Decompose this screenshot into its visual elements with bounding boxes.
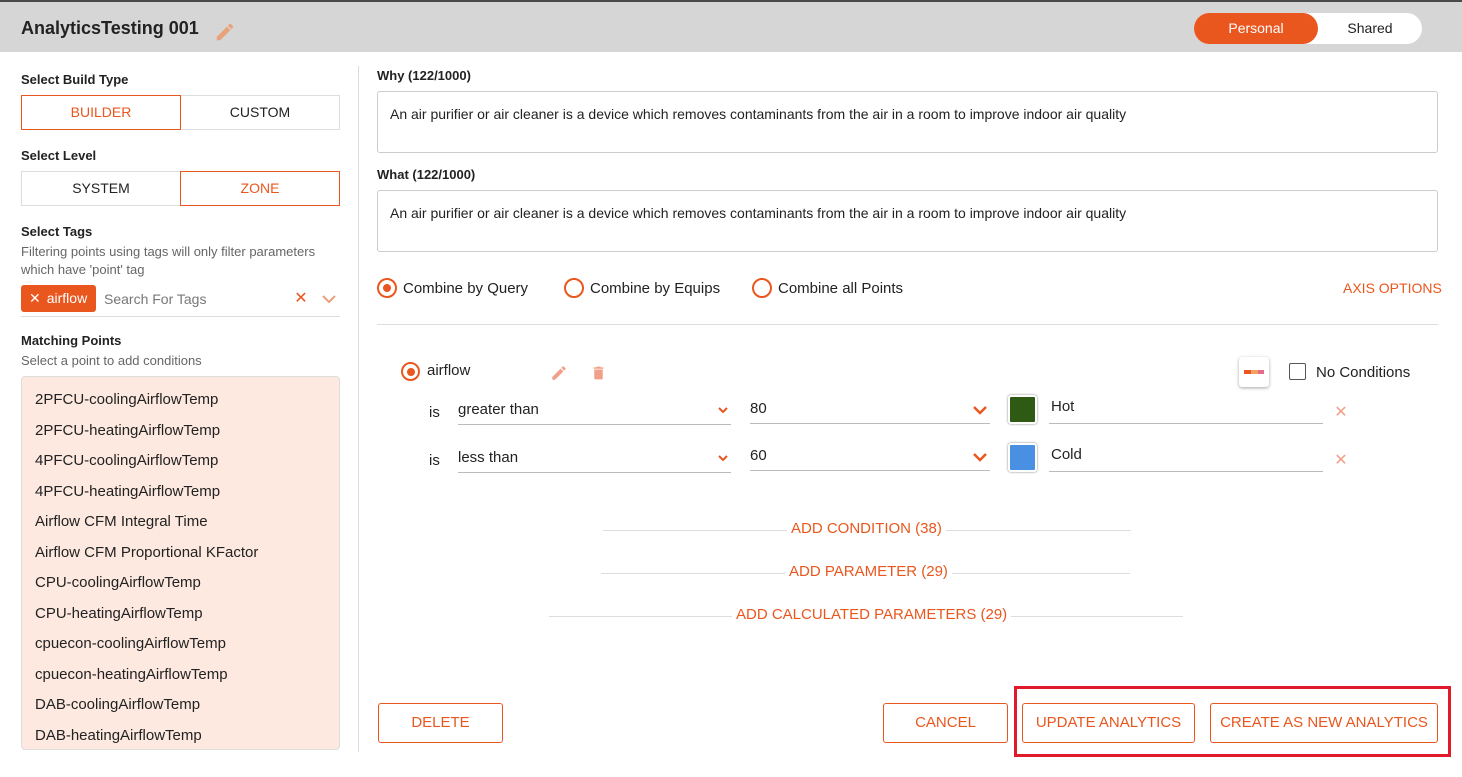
build-type-builder[interactable]: BUILDER — [21, 95, 181, 130]
why-label: Why (122/1000) — [377, 68, 471, 83]
parameter-radio[interactable] — [401, 362, 420, 381]
level-system[interactable]: SYSTEM — [21, 171, 181, 206]
condition-color-swatch[interactable] — [1008, 395, 1037, 424]
no-conditions-checkbox[interactable] — [1289, 363, 1306, 380]
operator-value: less than — [458, 449, 519, 466]
clear-tags-icon[interactable]: ✕ — [293, 290, 309, 308]
section-divider — [377, 324, 1438, 325]
list-item[interactable]: 4PFCU-heatingAirflowTemp — [35, 483, 220, 500]
list-item[interactable]: 2PFCU-coolingAirflowTemp — [35, 391, 218, 408]
chevron-down-icon — [973, 453, 987, 462]
chevron-down-icon — [718, 407, 728, 414]
condition-is-label: is — [429, 452, 440, 469]
chevron-down-icon[interactable] — [321, 292, 337, 306]
combine-by-equips-label[interactable]: Combine by Equips — [590, 280, 720, 297]
parameter-name: airflow — [427, 362, 471, 379]
list-item[interactable]: Airflow CFM Proportional KFactor — [35, 544, 258, 561]
condition-label-input[interactable]: Cold — [1049, 446, 1323, 472]
tag-chip-label: airflow — [46, 290, 88, 306]
chip-remove-icon[interactable]: ✕ — [29, 290, 41, 306]
trash-icon[interactable] — [590, 364, 607, 382]
list-item[interactable]: Airflow CFM Integral Time — [35, 513, 208, 530]
pencil-edit-icon[interactable] — [214, 21, 236, 43]
axis-options-link[interactable]: AXIS OPTIONS — [1343, 280, 1442, 296]
toggle-shared[interactable]: Shared — [1318, 13, 1422, 44]
palette-bar-icon — [1244, 370, 1264, 374]
highlight-frame — [1014, 686, 1451, 757]
cancel-button[interactable]: CANCEL — [883, 703, 1008, 743]
remove-condition-icon[interactable]: ✕ — [1334, 453, 1348, 469]
tag-search-input[interactable] — [104, 285, 290, 313]
list-item[interactable]: DAB-coolingAirflowTemp — [35, 696, 200, 713]
why-textarea[interactable]: An air purifier or air cleaner is a devi… — [377, 91, 1438, 153]
condition-value: 60 — [750, 447, 767, 464]
condition-operator-select[interactable]: greater than — [458, 401, 731, 425]
pencil-edit-icon[interactable] — [550, 364, 568, 382]
tags-hint-line1: Filtering points using tags will only fi… — [21, 244, 316, 259]
condition-is-label: is — [429, 404, 440, 421]
combine-by-query-radio[interactable] — [377, 278, 397, 298]
list-item[interactable]: 4PFCU-coolingAirflowTemp — [35, 452, 218, 469]
condition-operator-select[interactable]: less than — [458, 449, 731, 473]
list-item[interactable]: DAB-heatingAirflowTemp — [35, 727, 202, 744]
matching-points-list: 2PFCU-coolingAirflowTemp 2PFCU-heatingAi… — [21, 376, 340, 750]
add-condition-link[interactable]: ADD CONDITION (38) — [787, 520, 946, 537]
condition-value-select[interactable]: 80 — [750, 400, 990, 424]
condition-label-input[interactable]: Hot — [1049, 398, 1323, 424]
level-zone[interactable]: ZONE — [180, 171, 340, 206]
combine-all-points-label[interactable]: Combine all Points — [778, 280, 903, 297]
delete-button[interactable]: DELETE — [378, 703, 503, 743]
chevron-down-icon — [718, 455, 728, 462]
build-type-label: Select Build Type — [21, 72, 129, 87]
level-label: Select Level — [21, 148, 97, 163]
list-item[interactable]: cpuecon-heatingAirflowTemp — [35, 666, 228, 683]
list-item[interactable]: cpuecon-coolingAirflowTemp — [35, 635, 226, 652]
add-calculated-parameters-link[interactable]: ADD CALCULATED PARAMETERS (29) — [732, 606, 1012, 623]
add-parameter-link[interactable]: ADD PARAMETER (29) — [785, 563, 952, 580]
header-bar: AnalyticsTesting 001 Personal Shared — [0, 2, 1462, 52]
combine-by-query-label[interactable]: Combine by Query — [403, 280, 528, 297]
visibility-toggle: Personal Shared — [1194, 13, 1422, 44]
matching-points-label: Matching Points — [21, 333, 122, 348]
condition-color-swatch[interactable] — [1008, 443, 1037, 472]
matching-points-hint: Select a point to add conditions — [21, 353, 202, 368]
page-title: AnalyticsTesting 001 — [21, 18, 199, 38]
operator-value: greater than — [458, 401, 539, 418]
list-item[interactable]: CPU-coolingAirflowTemp — [35, 574, 201, 591]
list-item[interactable]: 2PFCU-heatingAirflowTemp — [35, 422, 220, 439]
build-type-custom[interactable]: CUSTOM — [180, 95, 340, 130]
tags-hint-line2: which have 'point' tag — [21, 262, 145, 277]
what-label: What (122/1000) — [377, 167, 476, 182]
sidebar-divider — [358, 66, 359, 752]
combine-by-equips-radio[interactable] — [564, 278, 584, 298]
what-textarea[interactable]: An air purifier or air cleaner is a devi… — [377, 190, 1438, 252]
tags-label: Select Tags — [21, 224, 93, 239]
combine-all-points-radio[interactable] — [752, 278, 772, 298]
remove-condition-icon[interactable]: ✕ — [1334, 405, 1348, 421]
list-item[interactable]: CPU-heatingAirflowTemp — [35, 605, 203, 622]
toggle-personal[interactable]: Personal — [1194, 13, 1318, 44]
tag-chip-airflow: ✕ airflow — [21, 285, 96, 312]
color-palette-button[interactable] — [1239, 357, 1269, 387]
condition-value-select[interactable]: 60 — [750, 447, 990, 471]
tag-input-underline — [21, 316, 340, 317]
condition-value: 80 — [750, 400, 767, 417]
chevron-down-icon — [973, 406, 987, 415]
no-conditions-label: No Conditions — [1316, 364, 1411, 381]
